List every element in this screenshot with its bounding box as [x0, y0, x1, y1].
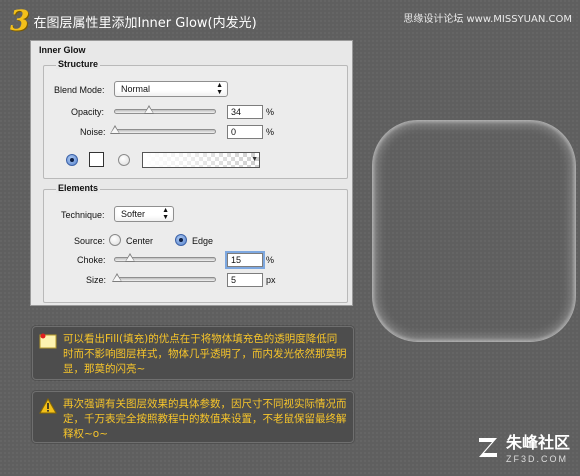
- panel-title: Inner Glow: [39, 45, 86, 55]
- elements-group: Elements Technique: Softer ▲ ▼ Source: Ce…: [43, 183, 348, 303]
- noise-unit: %: [266, 127, 275, 137]
- dropdown-arrow-icon: ▼: [251, 156, 258, 163]
- warning-icon: [39, 398, 57, 414]
- noise-label: Noise:: [80, 127, 106, 137]
- source-edge-label[interactable]: Edge: [192, 236, 213, 246]
- source-edge-radio[interactable]: [175, 234, 187, 246]
- choke-slider[interactable]: [114, 253, 216, 262]
- size-label: Size:: [86, 275, 107, 285]
- opacity-input[interactable]: 34: [227, 105, 263, 119]
- technique-select[interactable]: Softer ▲ ▼: [114, 206, 174, 222]
- step-header: 3 在图层属性里添加Inner Glow(内发光): [10, 4, 257, 37]
- size-unit: px: [266, 275, 276, 285]
- size-slider-thumb[interactable]: [112, 273, 122, 282]
- blend-mode-select[interactable]: Normal ▲ ▼: [114, 81, 228, 97]
- step-number: 3: [10, 4, 30, 37]
- technique-label: Technique:: [61, 210, 105, 220]
- source-label: Source:: [74, 236, 106, 246]
- technique-value: Softer: [121, 209, 146, 219]
- opacity-unit: %: [266, 107, 275, 117]
- gradient-fill-radio[interactable]: [118, 154, 130, 166]
- opacity-slider-thumb[interactable]: [144, 105, 154, 114]
- opacity-label: Opacity:: [71, 107, 105, 117]
- watermark-cn: 朱峰社区: [505, 433, 570, 452]
- glow-gradient-picker[interactable]: ▼: [142, 152, 260, 168]
- opacity-slider[interactable]: [114, 105, 216, 114]
- note-box: 可以看出Fill(填充)的优点在于将物体填充色的透明度降低同时而不影响图层样式，…: [32, 326, 354, 380]
- zf3d-logo-icon: [478, 437, 497, 457]
- structure-label: Structure: [56, 59, 101, 69]
- structure-group: Structure Blend Mode: Normal ▲ ▼ Opacity:…: [43, 59, 348, 179]
- size-slider[interactable]: [112, 273, 216, 282]
- elements-label: Elements: [56, 183, 101, 193]
- size-input[interactable]: 5: [227, 273, 263, 287]
- select-arrows-icon: ▲ ▼: [162, 207, 169, 221]
- warning-text: 再次强调有关图层效果的具体参数，因尺寸不同视实际情况而定，千万表完全按照教程中的…: [63, 398, 347, 440]
- watermark: 朱峰社区 ZF3D.COM: [476, 429, 570, 464]
- choke-label: Choke:: [77, 255, 106, 265]
- source-center-label[interactable]: Center: [126, 236, 153, 246]
- inner-glow-panel: Inner Glow Structure Blend Mode: Normal …: [30, 40, 353, 306]
- choke-slider-thumb[interactable]: [125, 253, 135, 262]
- site-credit: 思缘设计论坛 www.MISSYUAN.COM: [403, 14, 572, 25]
- choke-input[interactable]: 15: [225, 251, 265, 269]
- select-arrows-icon: ▲ ▼: [216, 82, 223, 96]
- blend-mode-label: Blend Mode:: [54, 85, 105, 95]
- color-fill-radio[interactable]: [66, 154, 78, 166]
- sticky-note-icon: [39, 333, 57, 349]
- inner-glow-preview-shape: [372, 120, 576, 342]
- noise-slider[interactable]: [110, 125, 216, 134]
- watermark-url: ZF3D.COM: [505, 454, 568, 464]
- source-center-radio[interactable]: [109, 234, 121, 246]
- noise-slider-thumb[interactable]: [110, 125, 120, 134]
- glow-color-swatch[interactable]: [89, 152, 104, 167]
- choke-unit: %: [266, 255, 275, 265]
- step-title: 在图层属性里添加Inner Glow(内发光): [33, 15, 257, 31]
- warning-box: 再次强调有关图层效果的具体参数，因尺寸不同视实际情况而定，千万表完全按照教程中的…: [32, 391, 354, 443]
- noise-input[interactable]: 0: [227, 125, 263, 139]
- blend-mode-value: Normal: [121, 84, 151, 94]
- note-text: 可以看出Fill(填充)的优点在于将物体填充色的透明度降低同时而不影响图层样式，…: [63, 333, 347, 375]
